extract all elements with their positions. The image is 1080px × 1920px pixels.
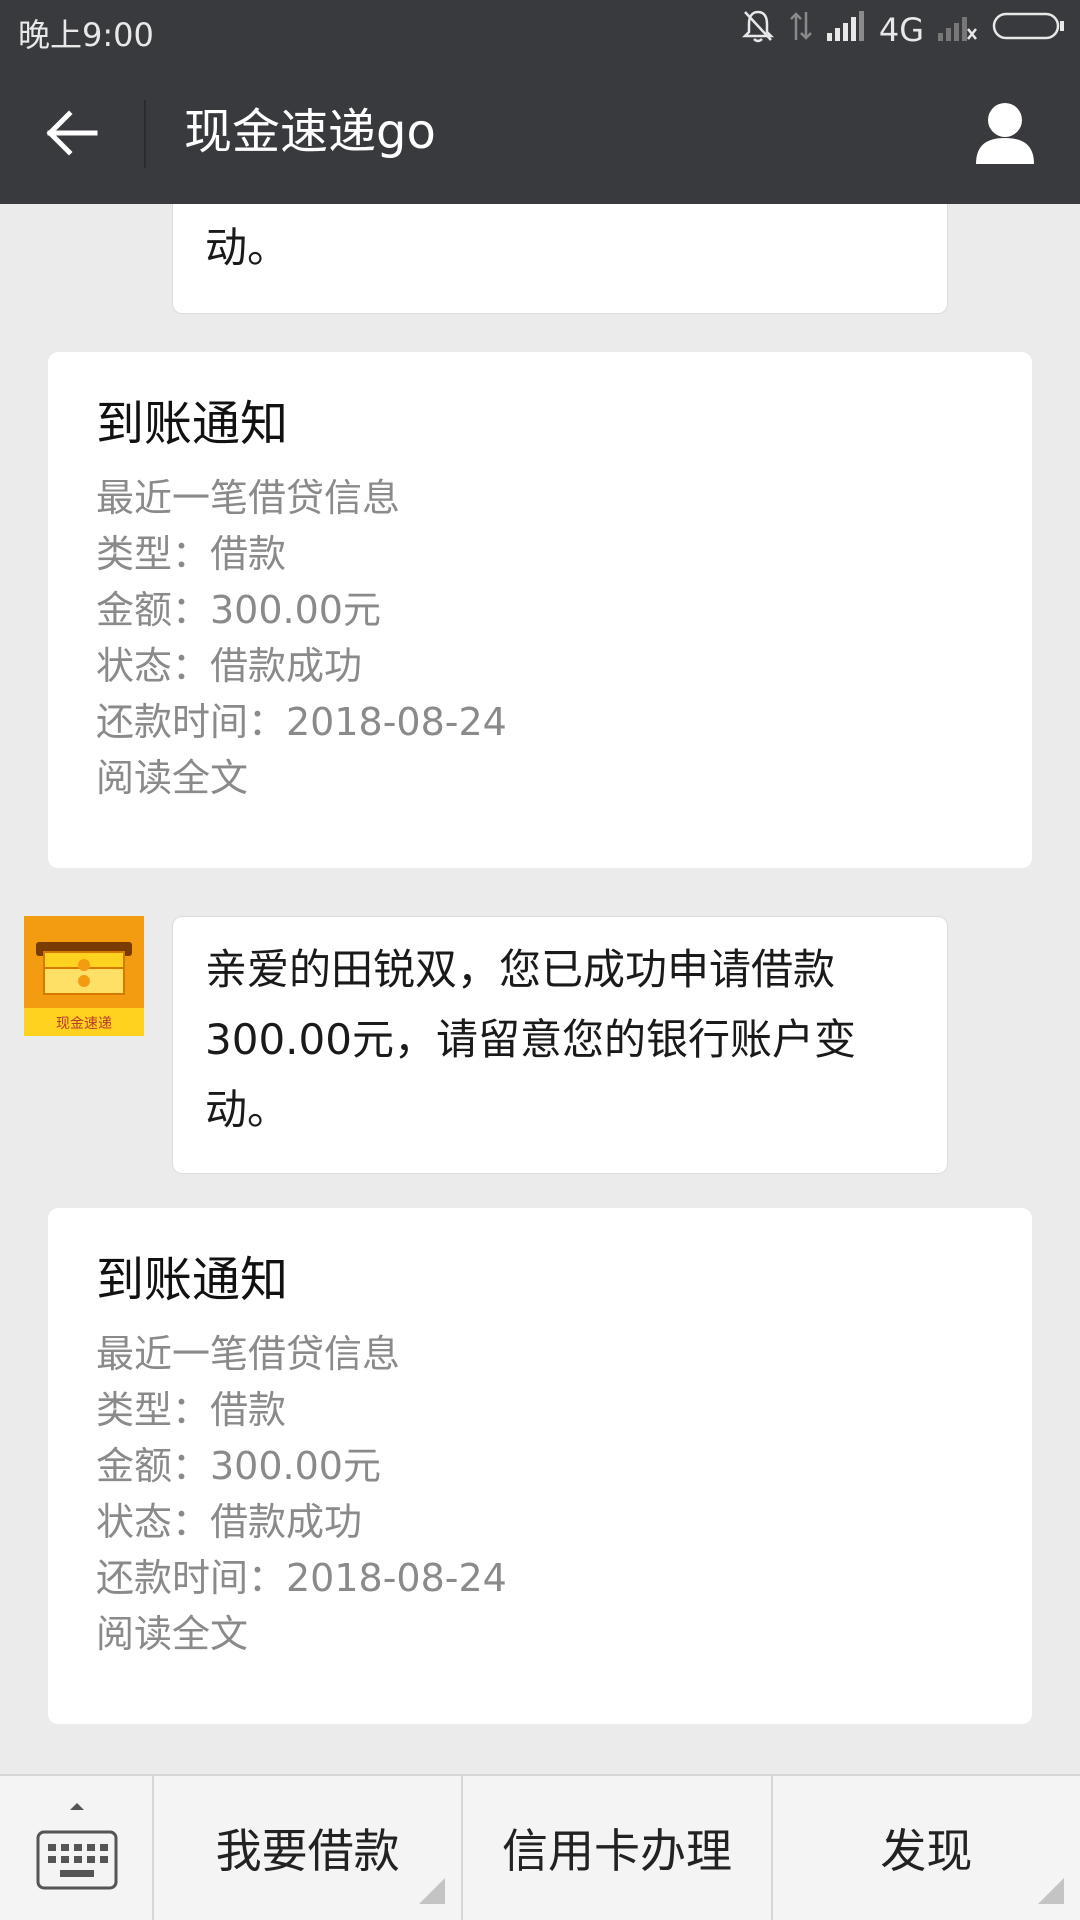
header-divider	[144, 100, 146, 168]
person-icon	[976, 103, 1034, 164]
card-line-type: 类型：借款	[96, 532, 287, 576]
menu-item-label: 信用卡办理	[501, 1824, 732, 1878]
submenu-indicator-icon	[1037, 1878, 1064, 1904]
card-line-amount: 金额：300.00元	[96, 588, 381, 632]
bottom-menu-bar: 我要借款 信用卡办理 发现	[0, 1774, 1080, 1920]
message-bubble[interactable]: 亲爱的田锐双，您已成功申请借款300.00元，请留意您的银行账户变动。	[172, 916, 948, 1174]
card-title: 到账通知	[96, 396, 289, 452]
card-line-repay-date: 还款时间：2018-08-24	[96, 700, 507, 744]
avatar-label: 现金速递	[56, 1016, 112, 1032]
data-transfer-icon	[789, 8, 813, 52]
message-text: 亲爱的田锐双，您已成功申请借款300.00元，请留意您的银行账户变动。	[205, 945, 856, 1134]
status-bar: 晚上9:00 4G	[0, 0, 1080, 62]
card-line-amount: 金额：300.00元	[96, 1444, 381, 1488]
signal-no-service-icon	[938, 11, 978, 49]
notification-card[interactable]: 到账通知 最近一笔借贷信息 类型：借款 金额：300.00元 状态：借款成功 还…	[48, 352, 1032, 868]
card-line-repay-date: 还款时间：2018-08-24	[96, 1556, 507, 1600]
keyboard-toggle-button[interactable]	[0, 1776, 154, 1920]
battery-icon	[992, 11, 1066, 49]
card-line-type: 类型：借款	[96, 1388, 287, 1432]
profile-button[interactable]	[970, 98, 1040, 168]
card-line-status: 状态：借款成功	[96, 1500, 363, 1544]
screen: 晚上9:00 4G 现金速递go 动。 到账通知 最近一笔借贷信息 类型：借款 …	[0, 0, 1080, 1920]
back-button[interactable]	[30, 96, 114, 170]
read-full-text-link[interactable]: 阅读全文	[96, 750, 984, 806]
menu-item-label: 发现	[880, 1824, 973, 1878]
notification-card[interactable]: 到账通知 最近一笔借贷信息 类型：借款 金额：300.00元 状态：借款成功 还…	[48, 1208, 1032, 1724]
keyboard-icon	[36, 1803, 118, 1890]
card-line-summary: 最近一笔借贷信息	[96, 476, 401, 520]
submenu-indicator-icon	[419, 1878, 446, 1904]
avatar[interactable]: 现金速递	[24, 916, 144, 1036]
message-bubble-partial[interactable]: 动。	[172, 204, 948, 314]
menu-item-label: 我要借款	[215, 1824, 400, 1878]
network-type: 4G	[878, 11, 924, 49]
read-full-text-link[interactable]: 阅读全文	[96, 1606, 984, 1662]
message-text: 动。	[205, 223, 290, 272]
cash-app-logo: 现金速递	[24, 916, 144, 1036]
card-line-summary: 最近一笔借贷信息	[96, 1332, 401, 1376]
header-bar: 现金速递go	[0, 62, 1080, 204]
card-line-status: 状态：借款成功	[96, 644, 363, 688]
page-title: 现金速递go	[184, 104, 436, 160]
mute-bell-icon	[741, 8, 775, 52]
menu-item-discover[interactable]: 发现	[773, 1776, 1080, 1920]
menu-item-credit-card[interactable]: 信用卡办理	[463, 1776, 773, 1920]
signal-icon	[826, 11, 865, 49]
back-arrow-icon	[46, 110, 98, 156]
card-title: 到账通知	[96, 1252, 289, 1308]
status-time: 晚上9:00	[18, 16, 154, 54]
chat-message-list[interactable]: 动。 到账通知 最近一笔借贷信息 类型：借款 金额：300.00元 状态：借款成…	[0, 204, 1080, 1774]
menu-item-borrow[interactable]: 我要借款	[154, 1776, 464, 1920]
status-icons: 4G	[741, 8, 1066, 52]
